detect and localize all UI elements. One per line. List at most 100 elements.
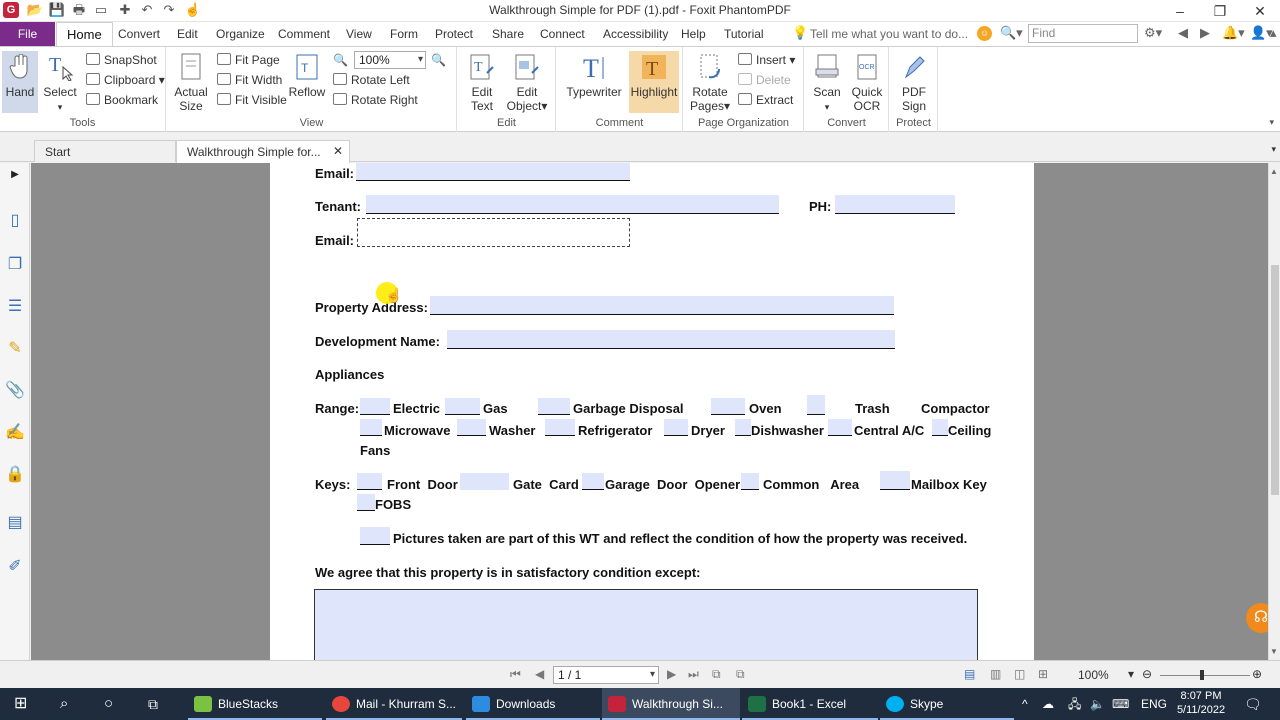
volume-icon[interactable]: 🔈 xyxy=(1090,688,1105,720)
menu-accessibility[interactable]: Accessibility xyxy=(603,27,668,41)
network-icon[interactable]: 🖧 xyxy=(1068,688,1081,720)
taskbar-foxit[interactable]: Walkthrough Si... xyxy=(602,688,740,720)
comments-panel-icon[interactable]: ✎ xyxy=(5,339,25,359)
security-lock-icon[interactable]: 🔒 xyxy=(5,465,25,485)
page-number-input[interactable]: 1 / 1 xyxy=(553,666,659,684)
central-ac-checkbox[interactable] xyxy=(828,419,852,436)
close-button[interactable]: ✕ xyxy=(1240,0,1280,22)
menu-form[interactable]: Form xyxy=(390,27,418,41)
previous-view-icon[interactable]: ⧉ xyxy=(712,667,721,682)
taskbar-bluestacks[interactable]: BlueStacks xyxy=(188,688,322,720)
exceptions-textarea[interactable] xyxy=(314,589,978,660)
delete-button[interactable]: Delete xyxy=(738,72,791,88)
pdf-sign-button[interactable]: PDF Sign xyxy=(894,51,934,113)
zoom-combo[interactable]: 100% xyxy=(354,51,426,69)
maximize-button[interactable]: ❐ xyxy=(1200,0,1240,22)
ribbon-collapse-icon[interactable]: ▴ xyxy=(1270,25,1277,41)
menu-help[interactable]: Help xyxy=(681,27,706,41)
menu-comment[interactable]: Comment xyxy=(278,27,330,41)
attachments-panel-icon[interactable]: 📎 xyxy=(5,381,25,401)
extract-button[interactable]: Extract xyxy=(738,92,793,108)
insert-button[interactable]: Insert ▾ xyxy=(738,52,795,68)
cortana-icon[interactable]: ○ xyxy=(104,688,113,720)
bookmark-button[interactable]: Bookmark xyxy=(86,92,158,108)
rotate-right-button[interactable]: Rotate Right xyxy=(333,92,418,108)
trash-compactor-checkbox[interactable] xyxy=(807,395,825,415)
previous-page-icon[interactable]: ◀ xyxy=(535,667,544,681)
tenant-field[interactable] xyxy=(366,195,779,214)
ceiling-fans-checkbox[interactable] xyxy=(932,419,948,436)
taskbar-skype[interactable]: Skype xyxy=(880,688,1014,720)
washer-checkbox[interactable] xyxy=(457,419,486,436)
scroll-down-icon[interactable]: ▼ xyxy=(1270,647,1278,656)
quick-ocr-button[interactable]: OCR Quick OCR xyxy=(847,51,887,113)
gas-checkbox[interactable] xyxy=(445,398,480,415)
select-tool-button[interactable]: T Select ▾ xyxy=(42,51,78,114)
zoom-in-button[interactable]: ⊕ xyxy=(1252,667,1262,681)
rotate-left-button[interactable]: Rotate Left xyxy=(333,72,410,88)
edit-text-button[interactable]: T Edit Text xyxy=(462,51,502,113)
last-page-icon[interactable]: ⏭ xyxy=(688,667,699,682)
windows-start-icon[interactable]: ⊞ xyxy=(14,688,27,720)
scroll-thumb[interactable] xyxy=(1271,265,1279,495)
microwave-checkbox[interactable] xyxy=(360,419,382,436)
tab-start[interactable]: Start xyxy=(34,140,176,162)
find-options-icon[interactable]: 🔍▾ xyxy=(1000,25,1023,41)
development-name-field[interactable] xyxy=(447,330,895,349)
first-page-icon[interactable]: ⏮ xyxy=(510,667,521,682)
fit-page-button[interactable]: Fit Page xyxy=(217,52,280,68)
facing-view-icon[interactable]: ◫ xyxy=(1014,667,1025,681)
ribbon-expand-icon[interactable]: ▾ xyxy=(1269,117,1274,128)
next-page-icon[interactable]: ▶ xyxy=(667,667,676,681)
tray-chevron-icon[interactable]: ^ xyxy=(1022,688,1028,720)
signature-panel-icon[interactable]: ✍ xyxy=(5,423,25,443)
gate-card-checkbox[interactable] xyxy=(460,473,509,490)
taskbar-downloads[interactable]: Downloads xyxy=(466,688,600,720)
language-indicator[interactable]: ENG xyxy=(1141,688,1167,720)
zoom-level[interactable]: 100% xyxy=(1078,668,1109,682)
menu-tutorial[interactable]: Tutorial xyxy=(724,27,764,41)
garbage-disposal-checkbox[interactable] xyxy=(538,398,570,415)
forward-arrow-icon[interactable]: ▶ xyxy=(1200,25,1210,41)
fobs-checkbox[interactable] xyxy=(357,494,375,511)
clipboard-button[interactable]: Clipboard ▾ xyxy=(86,72,165,88)
pages-panel-icon[interactable]: ❐ xyxy=(5,255,25,275)
task-view-icon[interactable]: ⧉ xyxy=(148,688,158,720)
zoom-out-icon[interactable]: 🔍 xyxy=(333,52,348,68)
bell-icon[interactable]: 🔔▾ xyxy=(1222,25,1245,41)
zoom-slider-knob[interactable] xyxy=(1200,670,1204,680)
highlight-button[interactable]: T Highlight xyxy=(629,51,679,113)
zoom-dropdown-icon[interactable]: ▾ xyxy=(1128,667,1134,681)
document-viewport[interactable]: Email: Tenant: PH: Email: Property Addre… xyxy=(31,163,1268,660)
bookmarks-panel-icon[interactable]: ▯ xyxy=(5,211,25,231)
action-center-icon[interactable]: 🗨 xyxy=(1244,688,1262,720)
continuous-view-icon[interactable]: ▥ xyxy=(990,667,1001,681)
front-door-checkbox[interactable] xyxy=(357,473,382,490)
scroll-up-icon[interactable]: ▲ xyxy=(1270,167,1278,176)
tell-me-search[interactable]: Tell me what you want to do... xyxy=(810,27,968,41)
continuous-facing-icon[interactable]: ⊞ xyxy=(1038,667,1048,681)
zoom-out-button[interactable]: ⊖ xyxy=(1142,667,1152,681)
single-page-view-icon[interactable]: ▤ xyxy=(964,667,975,681)
settings-gear-icon[interactable]: ⚙▾ xyxy=(1144,25,1162,41)
expand-panel-icon[interactable]: ▶ xyxy=(5,165,25,185)
search-icon[interactable]: ⌕ xyxy=(60,688,68,720)
garage-opener-checkbox[interactable] xyxy=(582,473,604,490)
notification-smiley-icon[interactable]: ☺ xyxy=(977,26,992,41)
common-area-checkbox[interactable] xyxy=(741,473,759,490)
reflow-button[interactable]: T Reflow xyxy=(287,51,327,99)
pictures-checkbox[interactable] xyxy=(360,527,390,545)
next-view-icon[interactable]: ⧉ xyxy=(736,667,745,682)
scan-button[interactable]: Scan ▾ xyxy=(809,51,845,114)
menu-view[interactable]: View xyxy=(346,27,372,41)
taskbar-excel[interactable]: Book1 - Excel xyxy=(742,688,878,720)
onedrive-icon[interactable]: ☁ xyxy=(1042,688,1054,720)
zoom-in-icon[interactable]: 🔍 xyxy=(431,52,446,68)
tab-list-icon[interactable]: ▾ xyxy=(1271,144,1276,155)
property-address-field[interactable] xyxy=(430,296,894,315)
email-field-2[interactable] xyxy=(357,218,630,247)
typewriter-button[interactable]: T Typewriter xyxy=(563,51,625,99)
menu-share[interactable]: Share xyxy=(492,27,524,41)
mailbox-key-checkbox[interactable] xyxy=(880,471,910,490)
dryer-checkbox[interactable] xyxy=(664,419,688,436)
